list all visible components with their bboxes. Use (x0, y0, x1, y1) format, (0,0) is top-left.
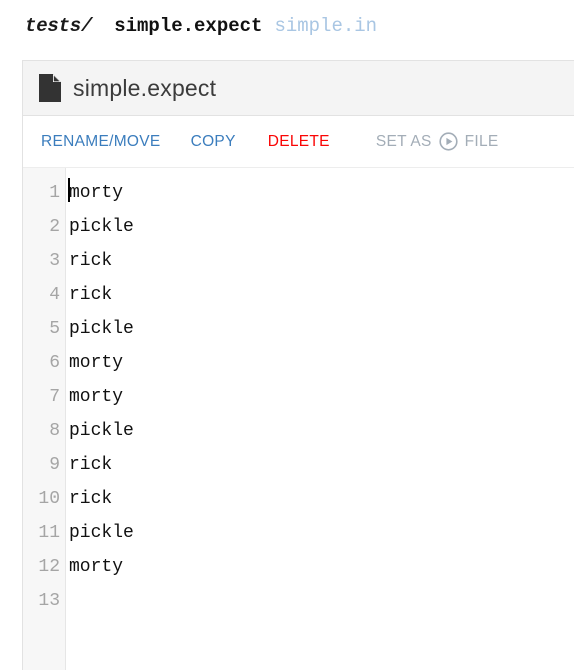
code-line[interactable]: morty (67, 346, 574, 380)
code-line[interactable]: pickle (67, 312, 574, 346)
line-number: 6 (49, 353, 60, 373)
code-line[interactable]: rick (67, 482, 574, 516)
line-number: 1 (49, 183, 60, 203)
line-number: 5 (49, 319, 60, 339)
code-line[interactable]: morty (67, 550, 574, 584)
page-title: simple.expect (73, 74, 217, 101)
code-line[interactable]: pickle (67, 414, 574, 448)
delete-button[interactable]: DELETE (268, 133, 330, 151)
line-number: 10 (38, 489, 60, 509)
code-line[interactable]: morty (67, 380, 574, 414)
breadcrumb: tests/ simple.expect simple.in (0, 0, 574, 52)
file-actions-toolbar: RENAME/MOVE COPY DELETE SET AS FILE (23, 116, 574, 168)
code-line[interactable]: pickle (67, 516, 574, 550)
line-number: 9 (49, 455, 60, 475)
line-number: 2 (49, 217, 60, 237)
code-line[interactable]: rick (67, 278, 574, 312)
play-circle-icon (439, 132, 458, 151)
code-text-area[interactable]: morty pickle rick rick pickle morty morty pickl… (66, 168, 574, 670)
line-number: 7 (49, 387, 60, 407)
code-line[interactable] (67, 584, 574, 618)
line-number-gutter: 1 2 3 4 5 6 7 8 9 10 11 12 13 (23, 168, 66, 670)
breadcrumb-directory[interactable]: tests/ (25, 15, 92, 37)
code-line[interactable]: pickle (67, 210, 574, 244)
line-number: 4 (49, 285, 60, 305)
set-as-label: SET AS (375, 132, 432, 150)
code-line[interactable]: morty (67, 176, 574, 210)
code-line[interactable]: rick (67, 244, 574, 278)
file-card: simple.expect RENAME/MOVE COPY DELETE SE… (22, 60, 574, 670)
code-line[interactable]: rick (67, 448, 574, 482)
copy-button[interactable]: COPY (191, 133, 236, 151)
line-number: 3 (49, 251, 60, 271)
text-cursor (68, 178, 70, 202)
file-card-header: simple.expect (23, 61, 574, 116)
rename-move-button[interactable]: RENAME/MOVE (41, 133, 161, 151)
line-number: 8 (49, 421, 60, 441)
set-as-run-file-button[interactable]: SET AS FILE (376, 132, 499, 151)
code-editor[interactable]: 1 2 3 4 5 6 7 8 9 10 11 12 13 morty pickle rick rick pic… (23, 168, 574, 670)
line-number: 11 (38, 523, 60, 543)
file-label: FILE (464, 132, 499, 150)
line-number: 12 (38, 557, 60, 577)
breadcrumb-other-file[interactable]: simple.in (274, 15, 377, 37)
line-number: 13 (38, 591, 60, 611)
file-icon (39, 74, 61, 102)
breadcrumb-active-file[interactable]: simple.expect (114, 15, 262, 37)
